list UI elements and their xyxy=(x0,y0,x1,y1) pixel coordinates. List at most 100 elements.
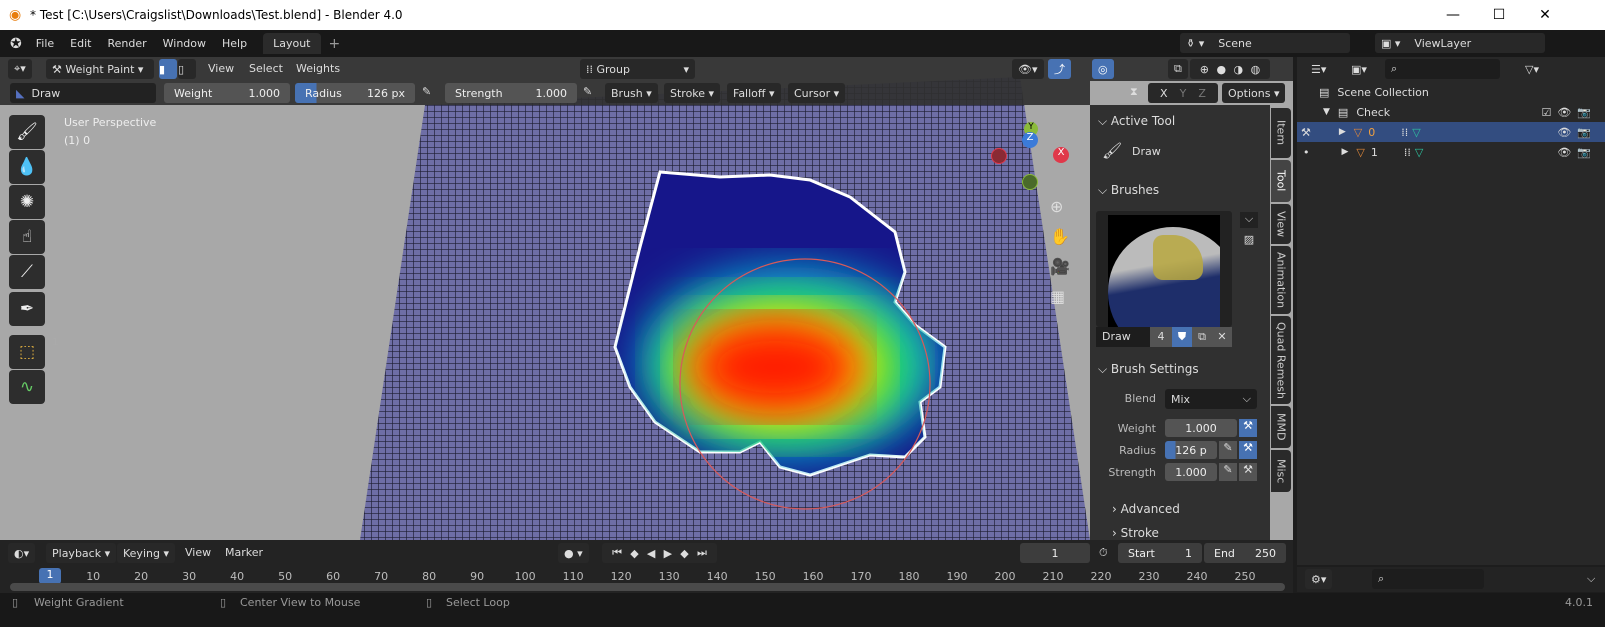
menu-view[interactable]: View xyxy=(208,62,234,75)
outliner-object-row[interactable]: • ▶ ▽ 1 ⁞⁞ ▽ 👁📷 xyxy=(1297,142,1605,162)
timeline-editor-type[interactable]: ◐▾ xyxy=(8,543,36,563)
menu-file[interactable]: File xyxy=(28,37,62,50)
unified-radius-icon[interactable]: ⚒ xyxy=(1239,441,1257,459)
minimize-button[interactable]: — xyxy=(1430,0,1476,30)
scene-selector[interactable]: ⚱ ▾ Scene xyxy=(1180,33,1350,53)
draw-tool[interactable]: 🖌 xyxy=(9,115,45,149)
vertex-group-selector[interactable]: ⁞⁞ Group ▾ xyxy=(580,59,695,79)
outliner-scene-collection[interactable]: ▤ Scene Collection xyxy=(1297,82,1605,102)
visibility-button[interactable]: 👁▾ xyxy=(1012,59,1044,79)
marker-menu[interactable]: Marker xyxy=(225,546,263,559)
jump-end-icon[interactable]: ⏭ xyxy=(697,546,707,560)
perspective-grid-icon[interactable]: ▦ xyxy=(1050,287,1065,306)
editor-type-button[interactable]: ⌖▾ xyxy=(8,59,32,79)
weight-field[interactable]: 1.000 xyxy=(1165,419,1237,437)
brush-menu[interactable]: Brush ▾ xyxy=(605,83,658,103)
current-frame-field[interactable]: 1 xyxy=(1020,543,1090,563)
next-keyframe-icon[interactable]: ◆ xyxy=(680,547,688,560)
playback-controls[interactable]: ⏮ ◆ ◀ ▶ ◆ ⏭ xyxy=(602,543,717,563)
select-mask-vertex-button[interactable]: ▯ xyxy=(178,59,196,79)
outliner-filter-button[interactable]: ▽▾ xyxy=(1519,59,1545,79)
menu-help[interactable]: Help xyxy=(214,37,255,50)
menu-window[interactable]: Window xyxy=(155,37,214,50)
strength-pressure-toggle-icon[interactable]: ✎ xyxy=(1219,463,1237,481)
image-icon[interactable]: ▨ xyxy=(1240,233,1258,249)
fake-user-shield-icon[interactable]: ⛊ xyxy=(1172,327,1192,347)
collection-toggles[interactable]: ☑👁📷 xyxy=(1541,106,1597,119)
blur-tool[interactable]: 💧 xyxy=(9,150,45,184)
brushes-header[interactable]: ⌵ Brushes xyxy=(1098,183,1159,198)
tab-tool[interactable]: Tool xyxy=(1271,160,1291,202)
play-icon[interactable]: ▶ xyxy=(664,547,672,560)
properties-search-input[interactable]: ⌕ xyxy=(1372,569,1484,589)
tab-misc[interactable]: Misc xyxy=(1271,450,1291,492)
unlink-brush-icon[interactable]: ✕ xyxy=(1212,327,1232,347)
stopwatch-icon[interactable]: ⏱ xyxy=(1099,546,1108,560)
gizmo-z-axis[interactable]: Z xyxy=(1022,132,1038,148)
blender-menu-icon[interactable]: ✪ xyxy=(0,36,28,52)
unified-weight-icon[interactable]: ⚒ xyxy=(1239,419,1257,437)
active-tool-header[interactable]: ⌵ Active Tool xyxy=(1098,114,1175,129)
properties-editor-type[interactable]: ⚙▾ xyxy=(1305,569,1333,589)
brush-users-count[interactable]: 4 xyxy=(1150,327,1172,347)
brush-name-field[interactable]: Draw xyxy=(1096,327,1150,347)
tab-item[interactable]: Item xyxy=(1271,108,1291,158)
radius-slider[interactable]: Radius 126 px xyxy=(295,83,415,103)
gizmo-neg-y[interactable] xyxy=(1022,174,1038,190)
sample-weight-tool[interactable]: ✒ xyxy=(9,292,45,326)
zoom-icon[interactable]: ⊕ xyxy=(1050,197,1063,216)
view-layer-selector[interactable]: ▣ ▾ ViewLayer xyxy=(1375,33,1545,53)
brush-settings-header[interactable]: ⌵ Brush Settings xyxy=(1098,362,1199,377)
radius-pressure-icon[interactable]: ✎ xyxy=(422,85,431,98)
wireframe-shading-icon[interactable]: ⊕ xyxy=(1200,63,1209,76)
shading-modes[interactable]: ⊕ ● ◑ ◍ xyxy=(1190,59,1270,79)
object-toggles[interactable]: 👁📷 xyxy=(1557,126,1597,139)
menu-select[interactable]: Select xyxy=(249,62,283,75)
cursor-menu[interactable]: Cursor ▾ xyxy=(788,83,846,103)
smear-tool[interactable]: ☝ xyxy=(9,220,45,254)
tab-mmd[interactable]: MMD xyxy=(1271,406,1291,448)
mirror-x-toggle[interactable]: X xyxy=(1160,87,1168,100)
expand-arrow-icon[interactable]: ▶ xyxy=(1339,127,1346,137)
timeline-view-menu[interactable]: View xyxy=(185,546,211,559)
blend-dropdown[interactable]: Mix ⌵ xyxy=(1165,389,1257,409)
weight-slider[interactable]: Weight 1.000 xyxy=(164,83,290,103)
stroke-subpanel[interactable]: › Stroke xyxy=(1112,526,1159,540)
strength-field[interactable]: 1.000 xyxy=(1165,463,1217,481)
tab-animation[interactable]: Animation xyxy=(1271,246,1291,314)
options-menu[interactable]: Options ▾ xyxy=(1222,83,1286,103)
strength-slider[interactable]: Strength 1.000 xyxy=(445,83,577,103)
outliner-search-input[interactable]: ⌕ xyxy=(1385,59,1500,79)
gizmo-toggle[interactable]: ⤴ xyxy=(1048,59,1071,79)
end-frame-field[interactable]: End 250 xyxy=(1204,543,1286,563)
tab-quad-remesh[interactable]: Quad Remesh xyxy=(1271,316,1291,404)
annotate-tool[interactable]: ∿ xyxy=(9,370,45,404)
play-reverse-icon[interactable]: ◀ xyxy=(647,547,655,560)
gizmo-neg-x[interactable] xyxy=(991,148,1007,164)
prev-keyframe-icon[interactable]: ◆ xyxy=(630,547,638,560)
unified-strength-icon[interactable]: ⚒ xyxy=(1239,463,1257,481)
xray-toggle[interactable]: ⧉ xyxy=(1168,59,1188,79)
mode-selector[interactable]: ⚒ Weight Paint ▾ xyxy=(46,59,154,79)
expand-arrow-icon[interactable]: ▶ xyxy=(1342,147,1349,157)
gradient-tool[interactable]: ⟋ xyxy=(9,255,45,289)
maximize-button[interactable]: ☐ xyxy=(1476,0,1522,30)
brush-preview[interactable] xyxy=(1096,211,1232,327)
camera-icon[interactable]: 🎥 xyxy=(1050,257,1070,276)
menu-edit[interactable]: Edit xyxy=(62,37,99,50)
hand-pan-icon[interactable]: ✋ xyxy=(1050,227,1070,246)
start-frame-field[interactable]: Start 1 xyxy=(1118,543,1202,563)
solid-shading-icon[interactable]: ● xyxy=(1216,63,1226,76)
mirror-z-toggle[interactable]: Z xyxy=(1198,87,1206,100)
close-button[interactable]: ✕ xyxy=(1522,0,1568,30)
jump-start-icon[interactable]: ⏮ xyxy=(612,546,622,560)
radius-field[interactable]: 126 p xyxy=(1165,441,1217,459)
menu-render[interactable]: Render xyxy=(99,37,154,50)
expand-arrow-icon[interactable]: ▼ xyxy=(1323,107,1330,117)
mirror-y-toggle[interactable]: Y xyxy=(1180,87,1187,100)
falloff-menu[interactable]: Falloff ▾ xyxy=(727,83,781,103)
tab-layout[interactable]: Layout xyxy=(263,33,321,54)
outliner-object-row[interactable]: ⚒ ▶ ▽ 0 ⁞⁞ ▽ 👁📷 xyxy=(1297,122,1605,142)
brush-list-dropdown[interactable]: ⌵ xyxy=(1240,212,1258,228)
playback-menu[interactable]: Playback ▾ xyxy=(46,543,117,563)
